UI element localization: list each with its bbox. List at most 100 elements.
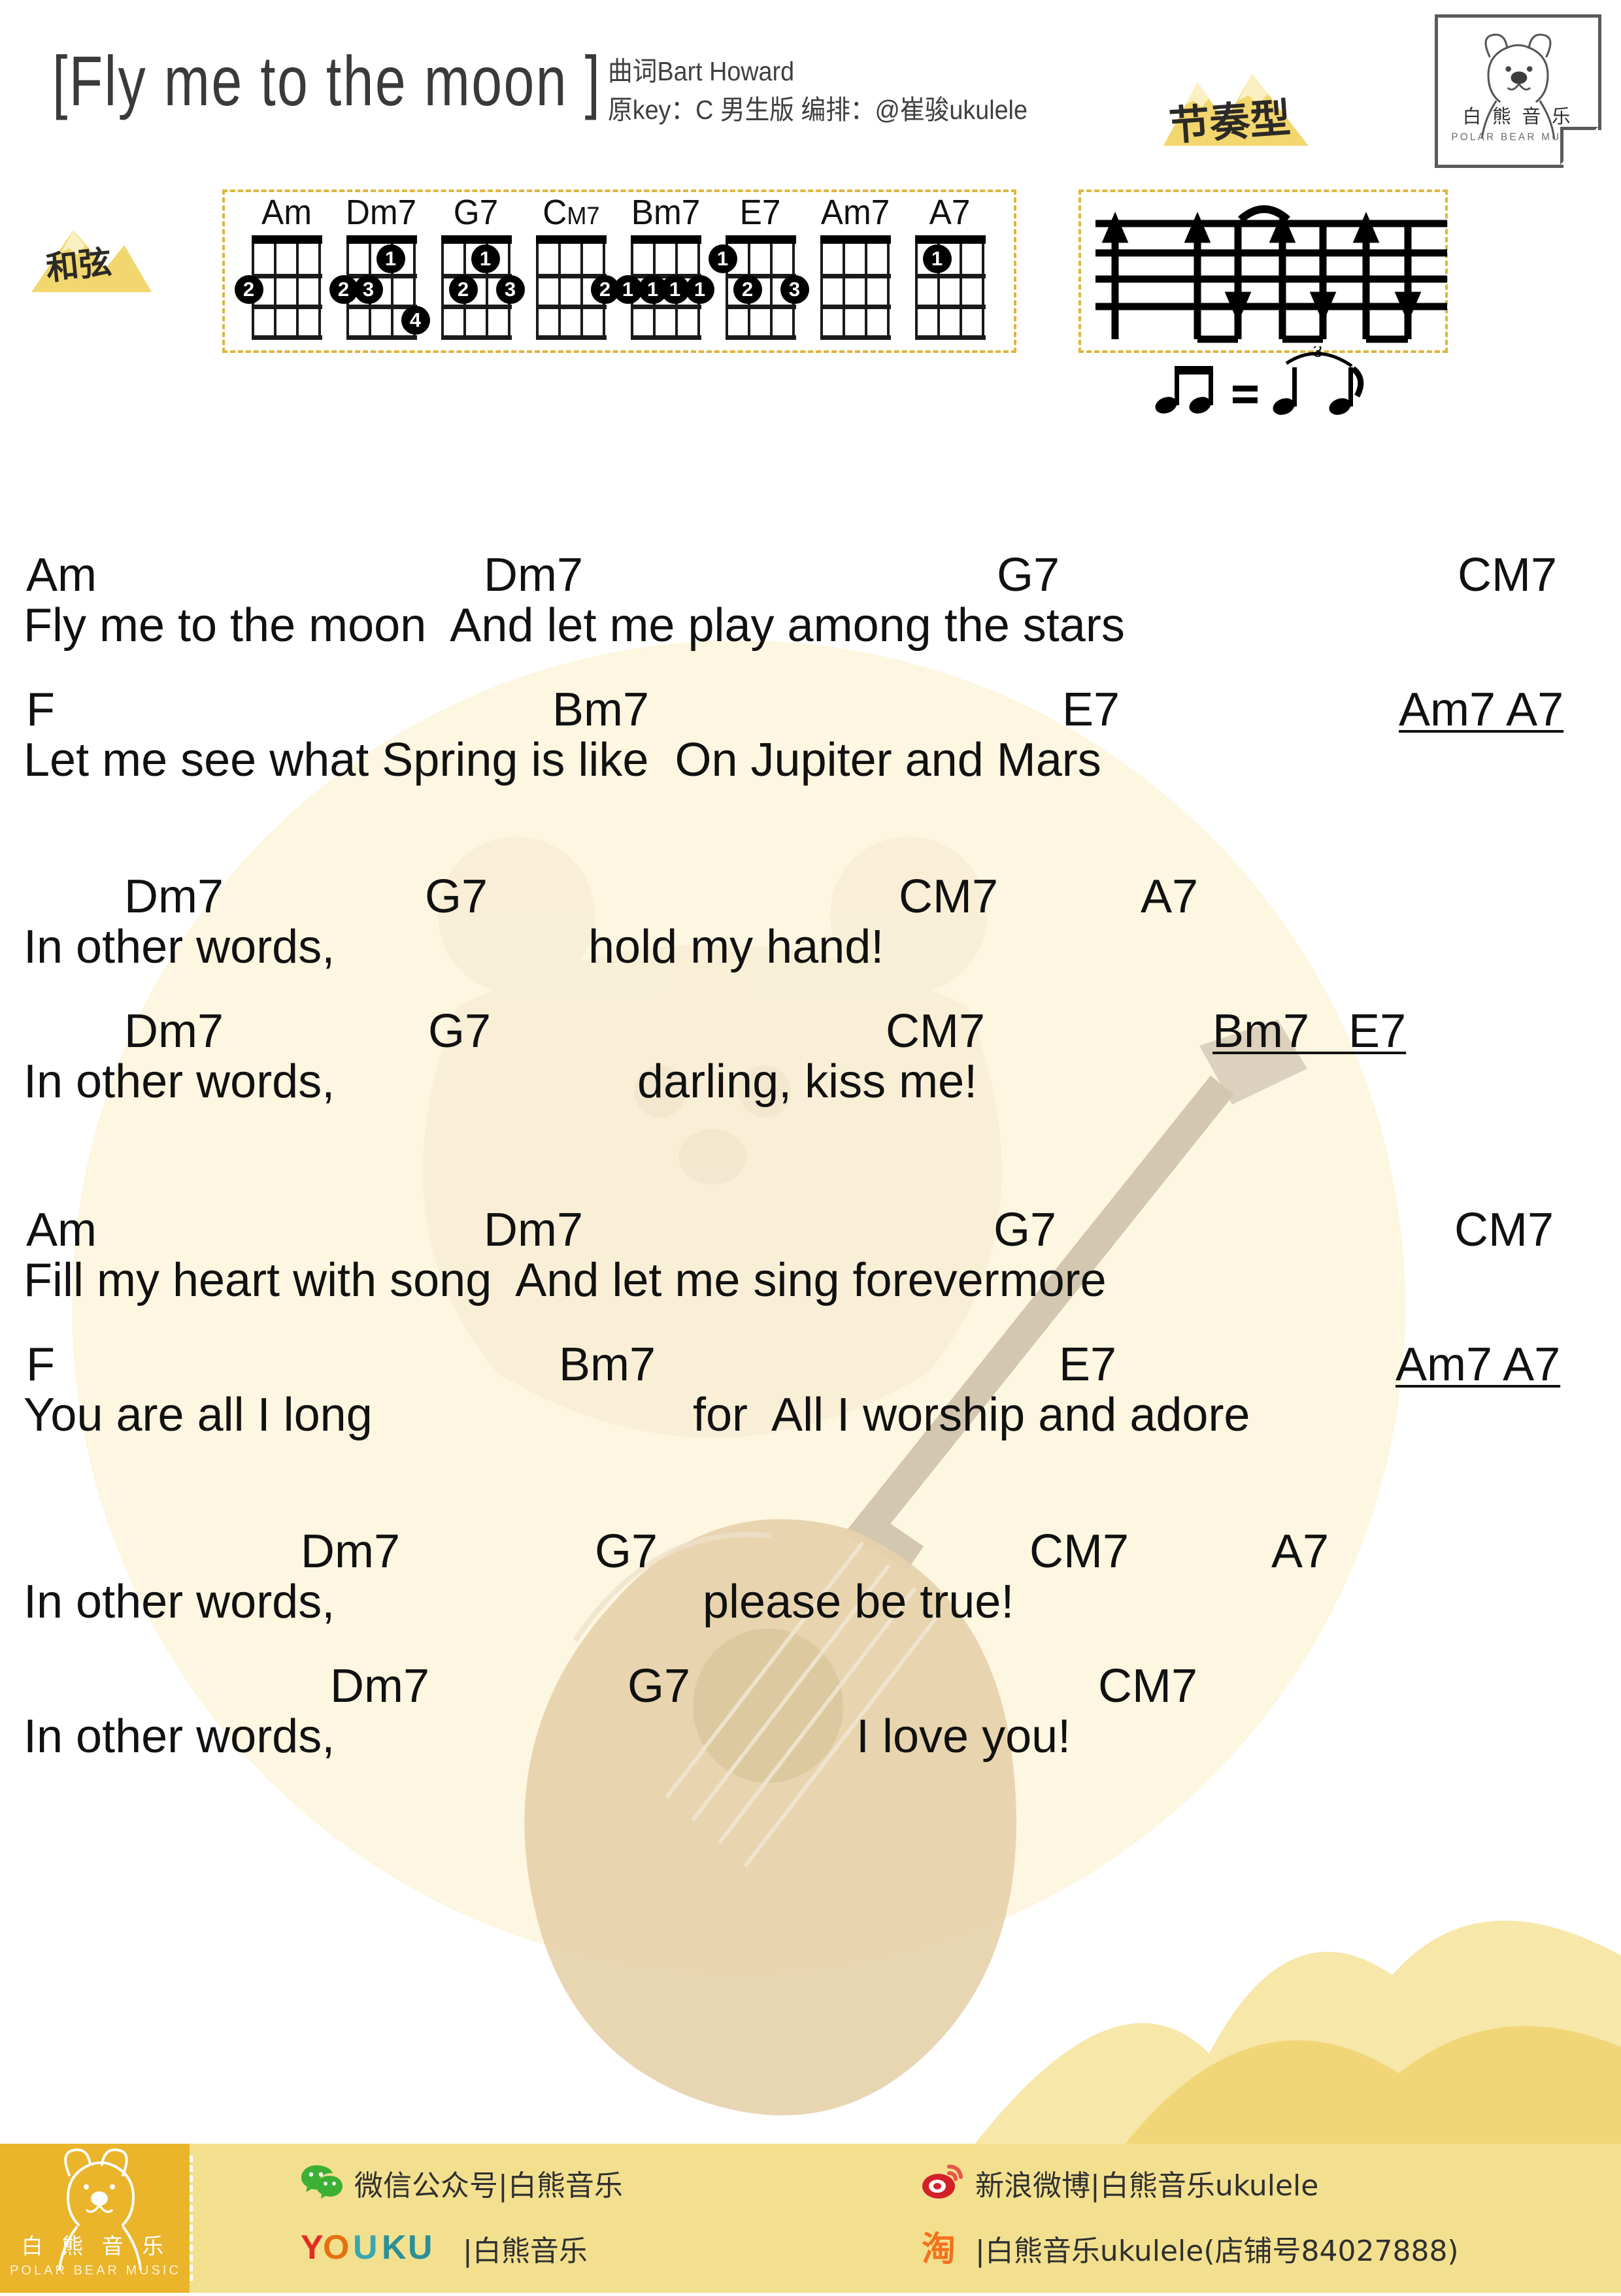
lyric-token: please be true! bbox=[703, 1576, 1014, 1628]
footer-taobao-item[interactable]: 淘 |白熊音乐ukulele(店铺号84027888) bbox=[922, 2227, 1459, 2269]
chord-token: A7 bbox=[1271, 1525, 1329, 1578]
chord-name-label: CM7 bbox=[542, 193, 600, 232]
fret-line-1 bbox=[251, 274, 322, 278]
svg-text:淘: 淘 bbox=[922, 2230, 956, 2267]
lyric-token: for All I worship and adore bbox=[693, 1389, 1250, 1441]
chord-name-label: G7 bbox=[454, 193, 499, 232]
svg-text:U: U bbox=[353, 2229, 378, 2267]
lyric-block: Dm7 G7 CM7 Bm7 E7 In other words, darling, ki… bbox=[0, 1005, 1621, 1106]
chord-line: F Bm7 E7 Am7 A7 bbox=[0, 1339, 1621, 1391]
chord-line: F Bm7 E7 Am7 A7 bbox=[0, 684, 1621, 736]
footer-logo-cn: 白 熊 音 乐 bbox=[22, 2233, 169, 2259]
chord-token: Am bbox=[26, 549, 97, 601]
chord-token: Am7 A7 bbox=[1399, 684, 1564, 736]
footer-wechat-item[interactable]: 微信公众号|白熊音乐 bbox=[301, 2162, 623, 2204]
lyric-block: Dm7 G7 CM7 A7 In other words, please be true! bbox=[0, 1525, 1621, 1626]
chord-diagram-am7: Am7 bbox=[808, 195, 903, 340]
footer-taobao-text: |白熊音乐ukulele(店铺号84027888) bbox=[975, 2235, 1459, 2268]
lyric-line: In other words, darling, kiss me! bbox=[0, 1057, 1621, 1106]
chord-sheet-page: [Fly me to the moon ] 曲词Bart Howard 原key… bbox=[0, 0, 1621, 2293]
chord-diagram-g7: G7 1 2 3 bbox=[429, 193, 525, 340]
chord-diagram-bm7: Bm7 1 1 1 1 bbox=[613, 195, 714, 340]
fret-line-1 bbox=[914, 274, 986, 278]
string-line-1 bbox=[820, 244, 823, 340]
lyric-line: You are all I long for All I worship and … bbox=[0, 1391, 1621, 1439]
lyric-token: Fly me to the moon And let me play among… bbox=[24, 599, 1125, 652]
footer-polar-bear-icon: 白 熊 音 乐 POLAR BEAR MUSIC bbox=[10, 2148, 181, 2278]
lyric-token: darling, kiss me! bbox=[637, 1056, 978, 1108]
chord-line: Dm7 G7 CM7 A7 bbox=[0, 871, 1621, 923]
string-line-4 bbox=[981, 244, 984, 340]
fret-line-1 bbox=[346, 274, 417, 278]
footer-youku-item[interactable]: Y O U K U |白熊音乐 bbox=[301, 2227, 588, 2269]
chord-name-label: Am7 bbox=[820, 193, 890, 232]
chord-diagram-cM7: CM7 2 bbox=[524, 193, 620, 340]
lyrics-chord-sheet: Am Dm7 G7 CM7 Fly me to the moon And let me … bbox=[0, 549, 1621, 1795]
chord-name-label: A7 bbox=[929, 193, 971, 232]
lyric-block: F Bm7 E7 Am7 A7 Let me see what Spring is li… bbox=[0, 684, 1621, 784]
lyric-token: I love you! bbox=[856, 1710, 1071, 1763]
chord-diagram-e7: E7 1 2 3 bbox=[708, 195, 809, 340]
nut bbox=[346, 235, 417, 244]
chord-token: G7 bbox=[595, 1525, 658, 1578]
chord-token: G7 bbox=[627, 1660, 691, 1712]
fretboard-grid: 1 bbox=[914, 235, 986, 340]
rhythm-label-badge: 节奏型 bbox=[1157, 64, 1314, 150]
footer-weibo-item[interactable]: 新浪微博|白熊音乐ukulele bbox=[922, 2162, 1318, 2204]
lyric-token: hold my hand! bbox=[588, 921, 884, 973]
nut bbox=[441, 235, 512, 244]
chord-token: Dm7 bbox=[484, 1204, 584, 1256]
fret-line-3 bbox=[630, 335, 701, 340]
chord-token: G7 bbox=[425, 871, 488, 923]
fretboard-grid: 2 bbox=[234, 235, 322, 340]
string-line-3 bbox=[769, 244, 773, 340]
lyric-line: In other words, I love you! bbox=[0, 1712, 1621, 1761]
fret-line-2 bbox=[725, 305, 796, 309]
fretboard-grid: 2 bbox=[535, 235, 620, 340]
nut bbox=[914, 235, 986, 244]
credit-composer: 曲词Bart Howard bbox=[608, 56, 795, 86]
string-line-3 bbox=[295, 244, 299, 340]
footer-youku-text: |白熊音乐 bbox=[463, 2235, 588, 2268]
credit-key-arrangement: 原key：C 男生版 编排：@崔骏ukulele bbox=[608, 95, 1028, 125]
lyric-token: You are all I long bbox=[24, 1389, 373, 1441]
chord-name-label: Dm7 bbox=[346, 193, 417, 232]
chord-token: CM7 bbox=[1098, 1660, 1198, 1712]
fret-line-1 bbox=[820, 274, 891, 278]
chord-token: CM7 bbox=[899, 871, 999, 923]
polar-bear-logo-badge: 白 熊 音 乐 POLAR BEAR MUSIC bbox=[1435, 14, 1601, 168]
finger-dot: 1 bbox=[685, 275, 714, 304]
string-line-1 bbox=[535, 244, 539, 340]
footer-logo-en: POLAR BEAR MUSIC bbox=[10, 2263, 181, 2278]
rhythm-label-text: 节奏型 bbox=[1167, 93, 1292, 150]
triplet-number: 3 bbox=[1313, 346, 1322, 361]
chord-token: Dm7 bbox=[124, 871, 224, 923]
lyric-line: Fly me to the moon And let me play among… bbox=[0, 601, 1621, 650]
svg-text:K: K bbox=[382, 2229, 407, 2267]
finger-dot: 1 bbox=[376, 244, 405, 273]
finger-dot: 1 bbox=[613, 275, 643, 304]
lyric-block: Am Dm7 G7 CM7 Fly me to the moon And let me … bbox=[0, 549, 1621, 650]
chord-token: CM7 bbox=[1454, 1204, 1554, 1256]
nut bbox=[535, 235, 607, 244]
finger-dot: 1 bbox=[471, 244, 500, 273]
fret-line-2 bbox=[535, 305, 607, 309]
taobao-icon: 淘 bbox=[922, 2230, 956, 2267]
lyric-token: In other words, bbox=[24, 1710, 335, 1763]
string-line-4 bbox=[886, 244, 890, 340]
finger-dot: 3 bbox=[354, 275, 383, 304]
chord-name-label: Am bbox=[261, 193, 312, 232]
finger-dot: 2 bbox=[733, 275, 762, 304]
chord-line: Dm7 G7 CM7 bbox=[0, 1660, 1621, 1712]
fret-line-2 bbox=[630, 305, 701, 309]
fret-line-2 bbox=[914, 305, 986, 309]
credits: 曲词Bart Howard 原key：C 男生版 编排：@崔骏ukulele bbox=[608, 52, 1064, 130]
chord-token: Bm7 bbox=[552, 684, 650, 736]
strum-pattern-diagram bbox=[1095, 205, 1447, 343]
nut bbox=[725, 235, 796, 244]
fret-line-3 bbox=[441, 335, 512, 340]
lyric-block: Am Dm7 G7 CM7 Fill my heart with song And le… bbox=[0, 1204, 1621, 1305]
string-line-3 bbox=[864, 244, 867, 340]
logo-name-cn: 白 熊 音 乐 bbox=[1462, 105, 1573, 127]
chords-label-text: 和弦 bbox=[44, 242, 114, 288]
